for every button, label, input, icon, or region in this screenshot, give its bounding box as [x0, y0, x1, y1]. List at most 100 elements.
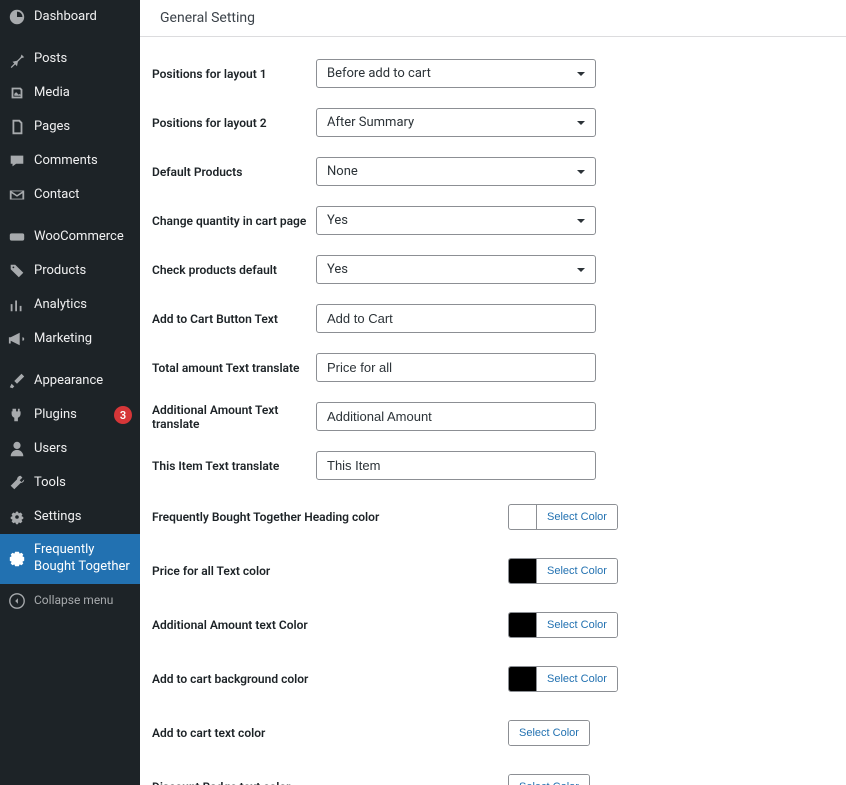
- collapse-icon: [8, 592, 26, 610]
- field-label: Add to Cart Button Text: [148, 312, 316, 326]
- field-label: Frequently Bought Together Heading color: [148, 510, 508, 524]
- sidebar-item-label: Dashboard: [34, 9, 132, 26]
- field-additional-amount-color: Additional Amount text Color Select Colo…: [148, 598, 838, 652]
- positions1-select[interactable]: Before add to cart: [316, 59, 596, 88]
- sidebar-item-settings[interactable]: Settings: [0, 500, 140, 534]
- chevron-down-icon: [575, 264, 587, 276]
- field-label: This Item Text translate: [148, 459, 316, 473]
- chevron-down-icon: [575, 117, 587, 129]
- sidebar-item-label: Marketing: [34, 331, 132, 348]
- wrench-icon: [8, 474, 26, 492]
- sidebar-item-contact[interactable]: Contact: [0, 178, 140, 212]
- field-label: Positions for layout 2: [148, 116, 316, 130]
- user-icon: [8, 440, 26, 458]
- color-swatch: [509, 667, 537, 691]
- sidebar-item-products[interactable]: Products: [0, 254, 140, 288]
- sidebar-item-plugins[interactable]: Plugins 3: [0, 398, 140, 432]
- field-label: Add to cart background color: [148, 672, 508, 686]
- gear-icon: [8, 550, 26, 568]
- chevron-down-icon: [575, 166, 587, 178]
- this-item-input[interactable]: [316, 451, 596, 480]
- sidebar-item-label: Settings: [34, 509, 132, 526]
- add-to-cart-input[interactable]: [316, 304, 596, 333]
- settings-icon: [8, 508, 26, 526]
- sidebar-item-appearance[interactable]: Appearance: [0, 364, 140, 398]
- sidebar-item-label: Analytics: [34, 297, 132, 314]
- analytics-icon: [8, 296, 26, 314]
- chevron-down-icon: [575, 215, 587, 227]
- sidebar-item-label: Media: [34, 85, 132, 102]
- plugin-icon: [8, 406, 26, 424]
- default-products-select[interactable]: None: [316, 157, 596, 186]
- select-color-button[interactable]: Select Color: [509, 721, 589, 745]
- sidebar-item-label: Plugins: [34, 407, 106, 424]
- chevron-down-icon: [575, 68, 587, 80]
- sidebar-item-label: Comments: [34, 153, 132, 170]
- additional-color-picker[interactable]: Select Color: [508, 612, 618, 638]
- field-positions-layout-2: Positions for layout 2 After Summary: [148, 98, 838, 147]
- positions2-select[interactable]: After Summary: [316, 108, 596, 137]
- megaphone-icon: [8, 330, 26, 348]
- pin-icon: [8, 50, 26, 68]
- sidebar-item-label: Appearance: [34, 373, 132, 390]
- dashboard-icon: [8, 8, 26, 26]
- products-icon: [8, 262, 26, 280]
- sidebar-item-media[interactable]: Media: [0, 76, 140, 110]
- admin-sidebar: Dashboard Posts Media Pages Comments Con…: [0, 0, 140, 785]
- additional-amount-input[interactable]: [316, 402, 596, 431]
- select-color-button[interactable]: Select Color: [537, 505, 617, 529]
- heading-color-picker[interactable]: Select Color: [508, 504, 618, 530]
- select-color-button[interactable]: Select Color: [509, 775, 589, 785]
- field-add-to-cart-button-text: Add to Cart Button Text: [148, 294, 838, 343]
- sidebar-item-posts[interactable]: Posts: [0, 42, 140, 76]
- sidebar-item-label: Products: [34, 263, 132, 280]
- pages-icon: [8, 118, 26, 136]
- field-label: Positions for layout 1: [148, 67, 316, 81]
- field-label: Add to cart text color: [148, 726, 508, 740]
- sidebar-item-label: WooCommerce: [34, 229, 132, 246]
- atc-bg-color-picker[interactable]: Select Color: [508, 666, 618, 692]
- field-label: Change quantity in cart page: [148, 214, 316, 228]
- field-atc-bg-color: Add to cart background color Select Colo…: [148, 652, 838, 706]
- sidebar-item-label: Posts: [34, 51, 132, 68]
- sidebar-item-tools[interactable]: Tools: [0, 466, 140, 500]
- page-title: General Setting: [140, 0, 846, 37]
- field-price-all-color: Price for all Text color Select Color: [148, 544, 838, 598]
- field-positions-layout-1: Positions for layout 1 Before add to car…: [148, 49, 838, 98]
- field-discount-text-color: Discount Badge text color Select Color: [148, 760, 838, 785]
- discount-text-color-picker[interactable]: Select Color: [508, 774, 590, 785]
- field-label: Default Products: [148, 165, 316, 179]
- sidebar-item-users[interactable]: Users: [0, 432, 140, 466]
- field-atc-text-color: Add to cart text color Select Color: [148, 706, 838, 760]
- media-icon: [8, 84, 26, 102]
- total-amount-input[interactable]: [316, 353, 596, 382]
- sidebar-item-marketing[interactable]: Marketing: [0, 322, 140, 356]
- field-label: Total amount Text translate: [148, 361, 316, 375]
- sidebar-item-woocommerce[interactable]: WooCommerce: [0, 220, 140, 254]
- envelope-icon: [8, 186, 26, 204]
- select-color-button[interactable]: Select Color: [537, 667, 617, 691]
- sidebar-item-comments[interactable]: Comments: [0, 144, 140, 178]
- field-label: Check products default: [148, 263, 316, 277]
- field-total-amount-text: Total amount Text translate: [148, 343, 838, 392]
- select-color-button[interactable]: Select Color: [537, 559, 617, 583]
- field-change-quantity: Change quantity in cart page Yes: [148, 196, 838, 245]
- field-label: Additional Amount Text translate: [148, 403, 316, 431]
- check-default-select[interactable]: Yes: [316, 255, 596, 284]
- color-swatch: [509, 559, 537, 583]
- price-all-color-picker[interactable]: Select Color: [508, 558, 618, 584]
- change-qty-select[interactable]: Yes: [316, 206, 596, 235]
- sidebar-item-pages[interactable]: Pages: [0, 110, 140, 144]
- sidebar-item-fbt[interactable]: Frequently Bought Together: [0, 534, 140, 584]
- sidebar-item-dashboard[interactable]: Dashboard: [0, 0, 140, 34]
- atc-text-color-picker[interactable]: Select Color: [508, 720, 590, 746]
- sidebar-item-label: Collapse menu: [34, 593, 132, 609]
- field-label: Discount Badge text color: [148, 780, 508, 785]
- field-additional-amount-text: Additional Amount Text translate: [148, 392, 838, 441]
- select-color-button[interactable]: Select Color: [537, 613, 617, 637]
- field-check-products-default: Check products default Yes: [148, 245, 838, 294]
- sidebar-collapse[interactable]: Collapse menu: [0, 584, 140, 618]
- main-content: General Setting Positions for layout 1 B…: [140, 0, 846, 785]
- brush-icon: [8, 372, 26, 390]
- sidebar-item-analytics[interactable]: Analytics: [0, 288, 140, 322]
